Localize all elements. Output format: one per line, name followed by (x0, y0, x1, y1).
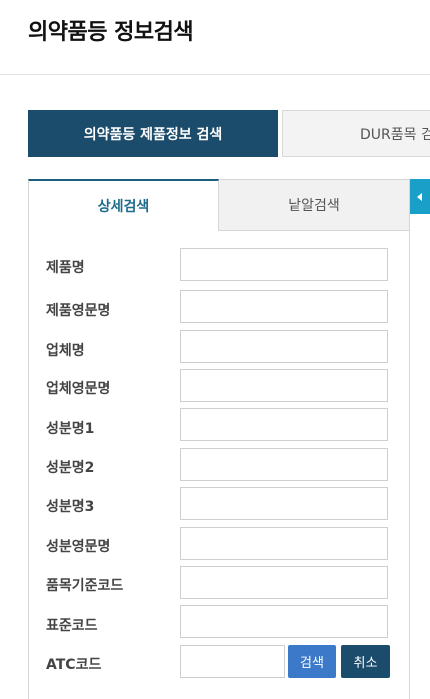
ingredient-2-input[interactable] (180, 448, 388, 481)
company-english-name-input[interactable] (180, 369, 388, 402)
ingredient-1-input[interactable] (180, 408, 388, 441)
standard-code-input[interactable] (180, 605, 388, 638)
field-label-ingredient-3: 성분명3 (46, 499, 95, 515)
field-label-atc-code: ATC코드 (46, 657, 102, 673)
product-name-input[interactable] (180, 248, 388, 281)
atc-code-input[interactable] (180, 645, 285, 678)
page-title: 의약품등 정보검색 (28, 20, 194, 45)
field-label-ingredient-1: 성분명1 (46, 421, 95, 437)
tab-product-info-search[interactable]: 의약품등 제품정보 검색 (28, 110, 278, 157)
field-label-item-standard-code: 품목기준코드 (46, 578, 124, 594)
tab-dur-items[interactable]: DUR품목 검 (282, 110, 430, 157)
field-label-company-name: 업체명 (46, 343, 85, 359)
field-label-product-english-name: 제품영문명 (46, 303, 111, 319)
ingredient-english-name-input[interactable] (180, 527, 388, 560)
product-english-name-input[interactable] (180, 290, 388, 323)
item-standard-code-input[interactable] (180, 566, 388, 599)
field-label-ingredient-2: 성분명2 (46, 460, 95, 476)
tab-detail-search[interactable]: 상세검색 (28, 179, 219, 231)
side-toggle-button[interactable] (410, 179, 430, 214)
company-name-input[interactable] (180, 330, 388, 363)
caret-left-icon (417, 192, 422, 201)
tab-pill-search[interactable]: 낱알검색 (219, 179, 410, 231)
title-divider (0, 74, 430, 75)
ingredient-3-input[interactable] (180, 487, 388, 520)
cancel-button[interactable]: 취소 (341, 645, 390, 678)
field-label-ingredient-english-name: 성분영문명 (46, 539, 111, 555)
field-label-product-name: 제품명 (46, 260, 85, 276)
search-button[interactable]: 검색 (288, 645, 336, 678)
field-label-standard-code: 표준코드 (46, 618, 98, 634)
field-label-company-english-name: 업체영문명 (46, 381, 111, 397)
